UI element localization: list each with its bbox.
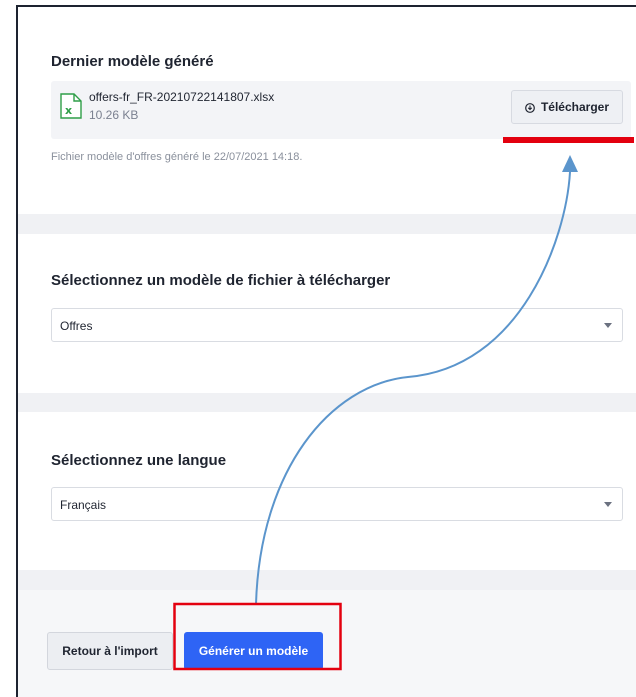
language-card: Sélectionnez une langue Français — [18, 412, 636, 570]
language-select[interactable]: Français — [51, 487, 623, 521]
template-type-heading: Sélectionnez un modèle de fichier à télé… — [51, 272, 391, 289]
last-template-card: Dernier modèle généré x offers-fr_FR-202… — [18, 7, 636, 214]
last-template-heading: Dernier modèle généré — [51, 53, 214, 70]
language-heading: Sélectionnez une langue — [51, 452, 227, 469]
template-type-select[interactable]: Offres — [51, 308, 623, 342]
generated-caption: Fichier modèle d'offres généré le 22/07/… — [51, 151, 303, 163]
footer-actions: Retour à l'import Générer un modèle — [18, 590, 636, 697]
generate-template-button[interactable]: Générer un modèle — [184, 632, 323, 670]
chevron-down-icon — [604, 502, 612, 507]
chevron-down-icon — [604, 323, 612, 328]
back-to-import-button[interactable]: Retour à l'import — [47, 632, 173, 670]
template-type-card: Sélectionnez un modèle de fichier à télé… — [18, 234, 636, 393]
excel-file-icon: x — [60, 93, 82, 119]
template-type-value: Offres — [60, 319, 93, 333]
download-button[interactable]: Télécharger — [511, 90, 623, 124]
language-value: Français — [60, 498, 107, 512]
import-panel: Dernier modèle généré x offers-fr_FR-202… — [16, 5, 636, 697]
file-size: 10.26 KB — [89, 108, 139, 122]
svg-text:x: x — [65, 104, 72, 117]
download-circle-icon — [525, 102, 535, 113]
file-row: x offers-fr_FR-20210722141807.xlsx 10.26… — [51, 81, 631, 139]
file-name: offers-fr_FR-20210722141807.xlsx — [89, 90, 275, 104]
download-label: Télécharger — [540, 100, 610, 114]
